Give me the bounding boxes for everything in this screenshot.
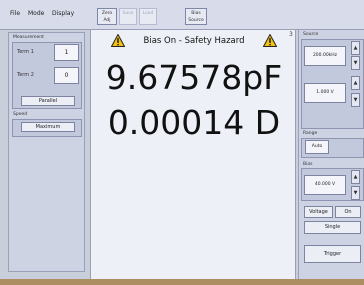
- speed-title: Speed: [13, 112, 28, 117]
- range-select[interactable]: Auto: [305, 140, 329, 154]
- zero-adj-button[interactable]: Zero Adj: [97, 8, 117, 25]
- status-bar: [0, 279, 364, 285]
- menu-mode[interactable]: Mode: [28, 10, 44, 17]
- save-button[interactable]: Save: [119, 8, 137, 25]
- zero-adj-label-1: Zero: [101, 11, 113, 16]
- corner-indicator: 3: [289, 31, 293, 38]
- voltage-button[interactable]: Voltage: [304, 206, 333, 218]
- parallel-button[interactable]: Parallel: [21, 96, 75, 106]
- app-window: File Mode Display Zero Adj Save Load Bia…: [0, 0, 364, 285]
- trigger-button[interactable]: Trigger: [304, 245, 361, 263]
- term2-field[interactable]: 0: [54, 67, 79, 84]
- down-arrow-icon: ▼: [353, 60, 358, 66]
- menu-file[interactable]: File: [10, 10, 20, 17]
- down-arrow-icon: ▼: [353, 190, 358, 196]
- level-down-button[interactable]: ▼: [351, 93, 360, 107]
- up-arrow-icon: ▲: [353, 174, 358, 180]
- speed-select[interactable]: Maximum: [21, 122, 75, 132]
- frequency-field[interactable]: 200.00kHz: [304, 46, 346, 66]
- bias-source-button[interactable]: Bias Source: [185, 8, 207, 25]
- bias-warning-text: Bias On - Safety Hazard: [143, 36, 245, 46]
- load-button[interactable]: Load: [139, 8, 157, 25]
- up-arrow-icon: ▲: [353, 80, 358, 86]
- term1-label: Term 1: [17, 49, 34, 55]
- range-title: Range: [303, 131, 318, 136]
- frequency-up-button[interactable]: ▲: [351, 41, 360, 55]
- measurement-title: Measurement: [13, 35, 44, 40]
- menu-bar: File Mode Display Zero Adj Save Load Bia…: [0, 0, 364, 30]
- source-title: Source: [303, 32, 319, 37]
- left-panel: Measurement Term 1 1 Term 2 0 Parallel S…: [8, 32, 85, 272]
- save-label: Save: [122, 11, 134, 16]
- zero-adj-label-2: Adj: [103, 18, 111, 23]
- bias-down-button[interactable]: ▼: [351, 186, 360, 200]
- measurement-display: Bias On - Safety Hazard 3 9.67578pF 0.00…: [90, 30, 296, 280]
- level-up-button[interactable]: ▲: [351, 76, 360, 90]
- menu-display[interactable]: Display: [52, 10, 74, 17]
- bias-on-button[interactable]: On: [335, 206, 361, 218]
- secondary-reading: 0.00014 D: [107, 103, 281, 142]
- level-field[interactable]: 1.000 V: [304, 83, 346, 103]
- right-panel: Source 200.00kHz ▲ ▼ 1.000 V ▲ ▼ Range A…: [298, 30, 364, 280]
- frequency-down-button[interactable]: ▼: [351, 56, 360, 70]
- single-button[interactable]: Single: [304, 221, 361, 234]
- bias-up-button[interactable]: ▲: [351, 170, 360, 184]
- up-arrow-icon: ▲: [353, 45, 358, 51]
- bias-field[interactable]: 40.000 V: [304, 175, 346, 195]
- down-arrow-icon: ▼: [353, 97, 358, 103]
- bias-source-label-1: Bias: [191, 11, 201, 16]
- primary-reading: 9.67578pF: [105, 58, 283, 97]
- bias-title: Bias: [303, 162, 313, 167]
- bias-source-label-2: Source: [188, 18, 204, 23]
- load-label: Load: [142, 11, 154, 16]
- term1-field[interactable]: 1: [54, 44, 79, 61]
- term2-label: Term 2: [17, 72, 34, 78]
- warning-triangle-icon: [263, 34, 277, 47]
